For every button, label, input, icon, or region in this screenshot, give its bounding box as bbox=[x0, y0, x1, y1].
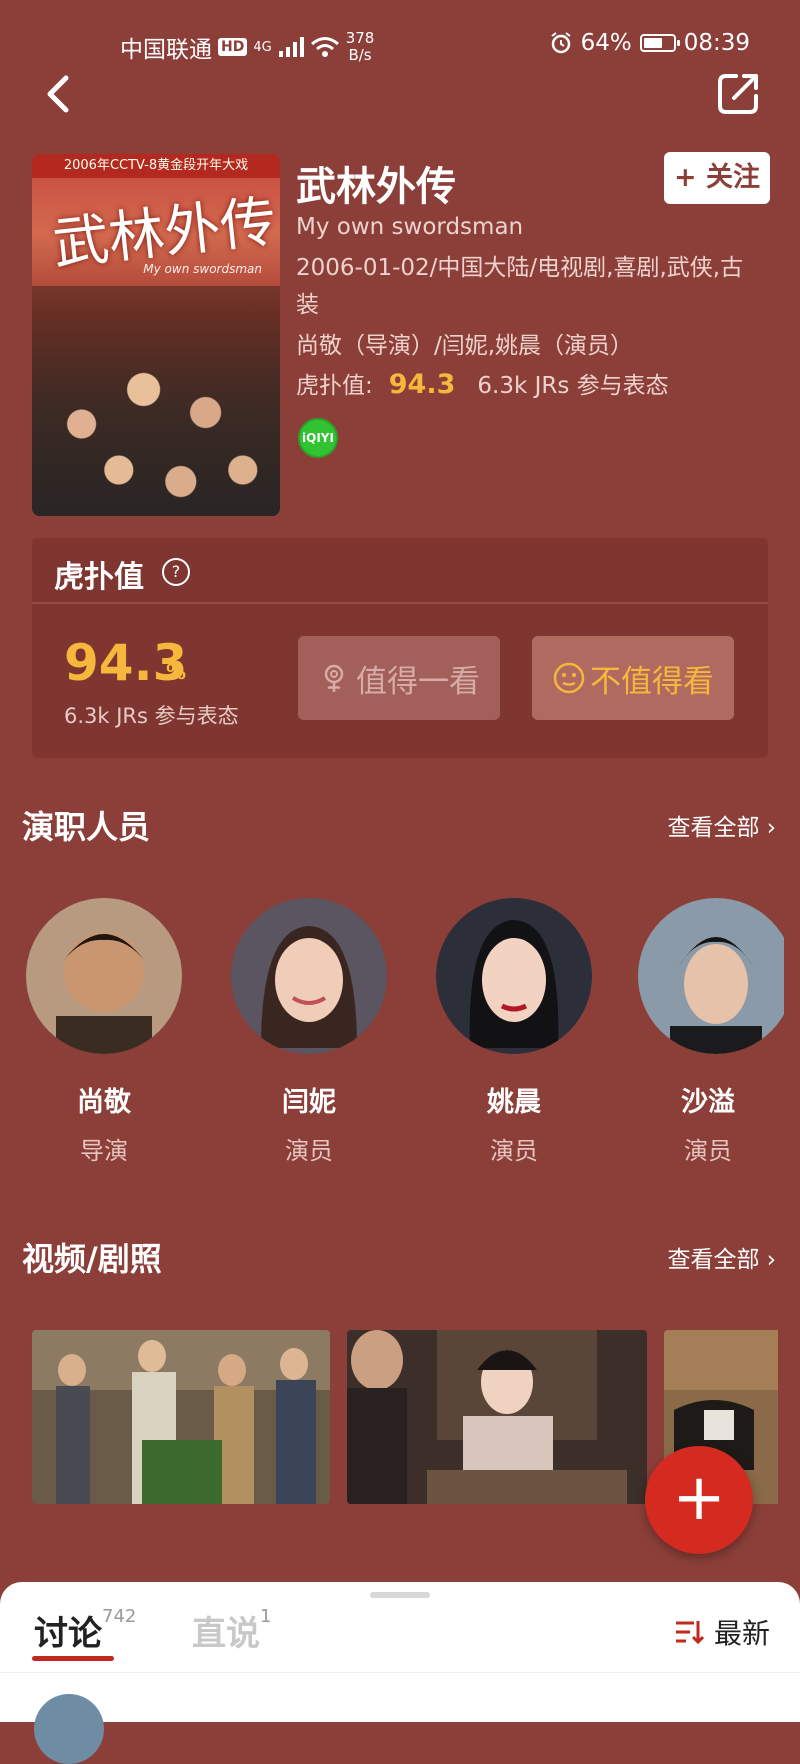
cast-role: 演员 bbox=[285, 1137, 333, 1165]
tab-discussion-count: 742 bbox=[102, 1606, 137, 1627]
cast-name: 尚敬 bbox=[77, 1087, 131, 1118]
drag-handle[interactable] bbox=[370, 1592, 430, 1598]
avatar bbox=[638, 898, 784, 1054]
tab-discussion-label: 讨论 bbox=[34, 1614, 102, 1654]
clock: 08:39 bbox=[683, 30, 750, 56]
score-label: 虎扑值: bbox=[296, 373, 373, 399]
rating-percent-sign: % bbox=[166, 660, 187, 684]
not-worth-watching-button[interactable]: 不值得看 bbox=[532, 636, 734, 720]
poster-subtitle: My own swordsman bbox=[143, 262, 262, 276]
divider bbox=[0, 1672, 800, 1673]
help-icon[interactable]: ? bbox=[162, 558, 190, 586]
battery-percent: 64% bbox=[580, 30, 632, 56]
worth-watching-label: 值得一看 bbox=[356, 663, 480, 700]
still-photo[interactable] bbox=[347, 1330, 647, 1504]
cast-role: 演员 bbox=[684, 1137, 732, 1165]
english-title: My own swordsman bbox=[296, 214, 524, 240]
media-section-title: 视频/剧照 bbox=[22, 1240, 162, 1278]
media-see-all-label: 查看全部 bbox=[667, 1247, 760, 1273]
follow-button[interactable]: + 关注 bbox=[664, 152, 770, 204]
discussion-sheet: 讨论742 直说1 最新 bbox=[0, 1582, 800, 1764]
rating-panel: 虎扑值 ? 94.3 % 6.3k JRs 参与表态 值得一看 不值得看 bbox=[32, 538, 768, 758]
poster-cast-image bbox=[32, 286, 280, 516]
network-speed: 378 B/s bbox=[345, 29, 375, 64]
cast-member[interactable]: 尚敬 导演 bbox=[24, 898, 184, 1166]
status-bar: 中国联通 HD 4G 378 B/s 64% 08:39 bbox=[0, 26, 800, 66]
score-line: 虎扑值: 94.3 6.3k JRs 参与表态 bbox=[296, 366, 669, 400]
tab-direct[interactable]: 直说1 bbox=[192, 1606, 271, 1655]
cast-name: 闫妮 bbox=[282, 1087, 336, 1118]
media-see-all-link[interactable]: 查看全部 › bbox=[667, 1240, 776, 1274]
movie-info: 2006-01-02/中国大陆/电视剧,喜剧,武侠,古装 bbox=[296, 255, 744, 318]
sort-label: 最新 bbox=[713, 1617, 770, 1650]
cast-member[interactable]: 沙溢 演员 bbox=[632, 898, 784, 1166]
back-icon[interactable] bbox=[38, 70, 78, 120]
hd-badge: HD bbox=[218, 38, 248, 56]
chevron-right-icon: › bbox=[766, 1247, 776, 1273]
sort-button[interactable]: 最新 bbox=[674, 1612, 770, 1652]
movie-title: 武林外传 bbox=[296, 164, 456, 210]
cast-role: 演员 bbox=[490, 1137, 538, 1165]
add-button[interactable]: + bbox=[645, 1446, 753, 1554]
cast-name: 沙溢 bbox=[681, 1087, 735, 1118]
tab-direct-count: 1 bbox=[260, 1606, 272, 1627]
chevron-right-icon: › bbox=[766, 815, 776, 841]
active-tab-indicator bbox=[32, 1656, 114, 1661]
battery-icon bbox=[639, 34, 680, 52]
still-photo[interactable] bbox=[32, 1330, 330, 1504]
iqiyi-icon[interactable]: iQIYI bbox=[298, 418, 338, 458]
participants-count: 6.3k JRs 参与表态 bbox=[477, 373, 669, 399]
cast-name: 姚晨 bbox=[487, 1087, 541, 1118]
cast-member[interactable]: 闫妮 演员 bbox=[229, 898, 389, 1166]
cast-role: 导演 bbox=[80, 1137, 128, 1165]
flower-icon bbox=[324, 664, 344, 692]
carrier-label: 中国联通 bbox=[120, 37, 212, 63]
movie-crew: 尚敬（导演）/闫妮,姚晨（演员） bbox=[296, 333, 634, 359]
network-label: 4G bbox=[253, 39, 272, 55]
tab-discussion[interactable]: 讨论742 bbox=[34, 1606, 136, 1655]
wifi-icon bbox=[310, 37, 339, 57]
avatar bbox=[231, 898, 387, 1054]
rating-participants: 6.3k JRs 参与表态 bbox=[64, 704, 239, 728]
poster-topbar: 2006年CCTV-8黄金段开年大戏 bbox=[32, 154, 280, 178]
neutral-face-icon bbox=[553, 662, 585, 694]
signal-icon bbox=[278, 37, 304, 57]
cast-see-all-label: 查看全部 bbox=[667, 815, 760, 841]
alarm-icon bbox=[550, 32, 571, 54]
score-value: 94.3 bbox=[388, 369, 456, 400]
tab-direct-label: 直说 bbox=[192, 1614, 260, 1654]
cast-member[interactable]: 姚晨 演员 bbox=[434, 898, 594, 1166]
cast-section-title: 演职人员 bbox=[22, 808, 151, 846]
avatar[interactable] bbox=[34, 1694, 104, 1764]
avatar bbox=[26, 898, 182, 1054]
movie-poster[interactable]: 2006年CCTV-8黄金段开年大戏 武林外传 My own swordsman bbox=[32, 154, 280, 516]
rating-title: 虎扑值 bbox=[54, 560, 144, 595]
rating-panel-header: 虎扑值 ? bbox=[32, 538, 768, 604]
avatar bbox=[436, 898, 592, 1054]
worth-watching-button[interactable]: 值得一看 bbox=[298, 636, 500, 720]
not-worth-watching-label: 不值得看 bbox=[590, 663, 714, 700]
share-icon[interactable] bbox=[714, 68, 764, 118]
sort-icon bbox=[675, 1621, 704, 1645]
cast-see-all-link[interactable]: 查看全部 › bbox=[667, 808, 776, 842]
